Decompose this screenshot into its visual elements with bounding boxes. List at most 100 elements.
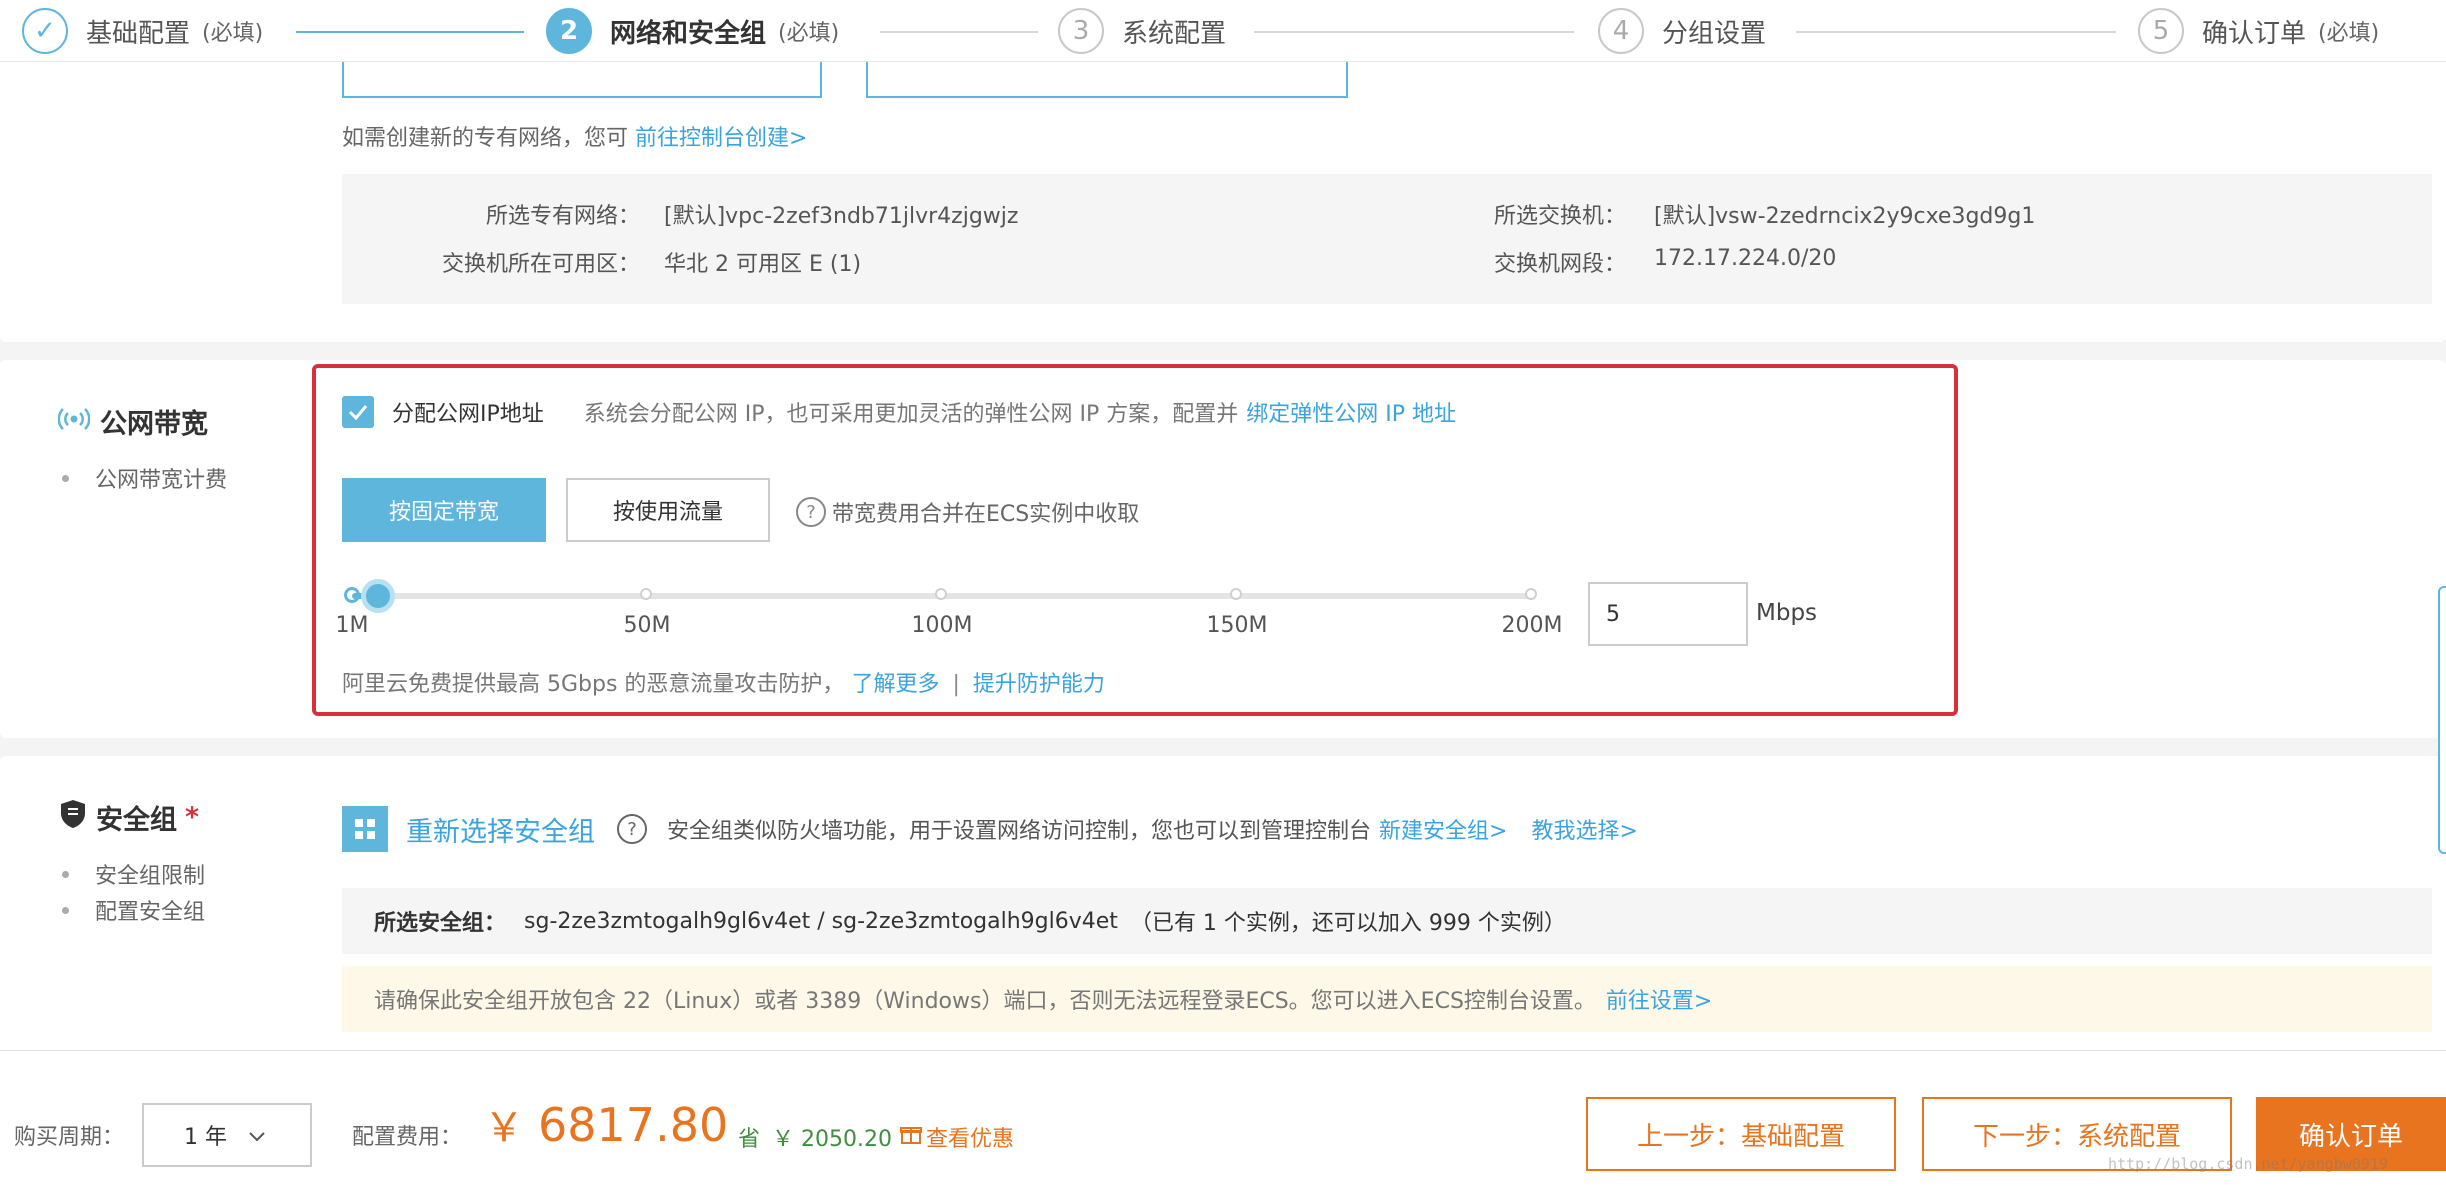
cidr-value: 172.17.224.0/20 (1654, 246, 1837, 271)
create-vpc-link[interactable]: 前往控制台创建> (635, 126, 807, 151)
link-separator: | (952, 672, 960, 697)
traffic-billing-button[interactable]: 按使用流量 (566, 478, 770, 542)
scrollbar-handle[interactable] (2438, 586, 2446, 854)
gift-icon (900, 1123, 922, 1151)
selected-sg-box: 所选安全组： sg-2ze3zmtogalh9gl6v4et / sg-2ze3… (342, 888, 2432, 954)
zone-label: 交换机所在可用区： (441, 252, 640, 277)
slider-tick-label: 150M (1206, 613, 1268, 638)
discount-link[interactable]: 查看优惠 (926, 1121, 1014, 1153)
reselect-sg-link[interactable]: 重新选择安全组 (406, 810, 595, 849)
chevron-down-icon (249, 1123, 265, 1148)
prev-step-button[interactable]: 上一步：基础配置 (1586, 1097, 1896, 1171)
order-footer: 购买周期： 1 年 配置费用： ￥ 6817.80 省 ￥ 2050.20 查看… (0, 1050, 2446, 1186)
step-number: 2 (546, 8, 592, 54)
fee-label: 配置费用： (352, 1125, 463, 1150)
bandwidth-title: 公网带宽 (57, 402, 208, 441)
section-title-text: 公网带宽 (100, 409, 208, 440)
step-connector (880, 31, 1038, 33)
vpc-select-box[interactable] (342, 62, 822, 98)
step-label: 确认订单 (2202, 18, 2307, 49)
period-select[interactable]: 1 年 (142, 1103, 312, 1167)
watermark: http://blog.csdn.net/yangbw0919 (2108, 1155, 2388, 1173)
vpc-value: [默认]vpc-2zef3ndb71jlvr4zjgwjz (664, 204, 1019, 229)
vpc-summary: 所选专有网络： [默认]vpc-2zef3ndb71jlvr4zjgwjz 交换… (342, 174, 2432, 304)
step-label: 系统配置 (1122, 18, 1227, 49)
vpc-label: 所选专有网络： (485, 204, 640, 229)
slider-tick-label: 100M (911, 613, 973, 638)
switch-value: [默认]vsw-2zedrncix2y9cxe3gd9g1 (1654, 204, 2036, 229)
step-connector (1796, 31, 2116, 33)
save-amount: ￥ 2050.20 (772, 1127, 892, 1152)
savings: 省 ￥ 2050.20 查看优惠 (738, 1121, 1014, 1153)
selected-sg-value: sg-2ze3zmtogalh9gl6v4et / sg-2ze3zmtogal… (524, 908, 1118, 934)
help-icon[interactable]: ? (617, 814, 647, 844)
selected-sg-label: 所选安全组： (374, 911, 507, 936)
assign-ip-desc: 系统会分配公网 IP，也可采用更加灵活的弹性公网 IP 方案，配置并 (583, 402, 1239, 427)
ddos-note: 阿里云免费提供最高 5Gbps 的恶意流量攻击防护， 了解更多 | 提升防护能力 (342, 666, 1105, 698)
switch-label: 所选交换机： (1494, 204, 1627, 229)
learn-more-link[interactable]: 了解更多 (851, 672, 939, 697)
step-network-security[interactable]: 2 网络和安全组 (必填) (546, 0, 839, 62)
step-number: 4 (1598, 8, 1644, 54)
goto-settings-link[interactable]: 前往设置> (1606, 983, 1712, 1015)
section-title-text: 安全组 (96, 805, 177, 836)
warning-text: 请确保此安全组开放包含 22（Linux）或者 3389（Windows）端口，… (374, 989, 1596, 1014)
cidr-label: 交换机网段： (1494, 252, 1627, 277)
bandwidth-slider[interactable]: 1M 50M 100M 150M 200M (336, 579, 1562, 638)
step-number: 5 (2138, 8, 2184, 54)
slider-handle[interactable] (361, 579, 395, 613)
teach-me-link[interactable]: 教我选择> (1531, 813, 1637, 845)
port-warning: 请确保此安全组开放包含 22（Linux）或者 3389（Windows）端口，… (342, 966, 2432, 1032)
step-bar: ✓ 基础配置 (必填) 2 网络和安全组 (必填) 3 系统配置 4 分组设置 … (0, 0, 2446, 62)
security-group-title: 安全组 * (60, 798, 199, 837)
bind-eip-link[interactable]: 绑定弹性公网 IP 地址 (1246, 396, 1456, 428)
step-required: (必填) (2318, 21, 2380, 46)
slider-tick[interactable] (1230, 588, 1242, 600)
bullet-sg-limits[interactable]: 安全组限制 (58, 856, 205, 892)
step-system-config[interactable]: 3 系统配置 (1058, 0, 1226, 62)
step-label: 网络和安全组 (610, 18, 767, 49)
slider-tick[interactable] (935, 588, 947, 600)
bandwidth-panel: 公网带宽 公网带宽计费 分配公网IP地址 系统会分配公网 IP，也可采用更加灵活… (0, 360, 2446, 738)
step-connector (1254, 31, 1574, 33)
step-basic-config[interactable]: ✓ 基础配置 (必填) (22, 0, 263, 62)
assign-ip-checkbox[interactable] (342, 396, 374, 428)
slider-tick-label: 1M (335, 613, 369, 638)
bandwidth-input[interactable]: 5 (1588, 582, 1748, 646)
switch-select-box[interactable] (866, 62, 1348, 98)
bullet-configure-sg[interactable]: 配置安全组 (58, 892, 205, 928)
security-group-panel: 安全组 * 安全组限制 配置安全组 重新选择安全组 ? 安全组类似防火墙功能，用… (0, 756, 2446, 1050)
vpc-panel: 如需创建新的专有网络，您可 前往控制台创建> 所选专有网络： [默认]vpc-2… (0, 62, 2446, 342)
slider-tick[interactable] (640, 588, 652, 600)
bandwidth-unit: Mbps (1756, 600, 1818, 626)
ddos-text: 阿里云免费提供最高 5Gbps 的恶意流量攻击防护， (342, 672, 845, 697)
bullet-bandwidth-billing[interactable]: 公网带宽计费 (58, 460, 227, 496)
broadcast-icon (57, 406, 91, 437)
currency-symbol: ￥ (484, 1105, 524, 1151)
slider-tick-label: 50M (623, 613, 671, 638)
step-label: 基础配置 (86, 18, 191, 49)
step-group-settings[interactable]: 4 分组设置 (1598, 0, 1766, 62)
shield-icon (60, 799, 86, 836)
step-connector (296, 31, 524, 33)
hint-text: 如需创建新的专有网络，您可 (342, 126, 629, 151)
upgrade-protection-link[interactable]: 提升防护能力 (973, 672, 1105, 697)
grid-icon[interactable] (342, 806, 388, 852)
fee-note: ? 带宽费用合并在ECS实例中收取 (796, 496, 1139, 528)
bandwidth-input-value: 5 (1606, 601, 1620, 627)
price-display: ￥ 6817.80 (484, 1095, 728, 1153)
fee-note-text: 带宽费用合并在ECS实例中收取 (832, 502, 1140, 527)
fixed-bandwidth-button[interactable]: 按固定带宽 (342, 478, 546, 542)
slider-tick[interactable] (1525, 588, 1537, 600)
slider-tick-label: 200M (1501, 613, 1563, 638)
step-confirm-order[interactable]: 5 确认订单 (必填) (2138, 0, 2379, 62)
period-value: 1 年 (184, 1125, 227, 1150)
required-mark: * (185, 802, 200, 833)
check-icon: ✓ (22, 8, 68, 54)
help-icon[interactable]: ? (796, 497, 826, 527)
assign-ip-label: 分配公网IP地址 (392, 402, 544, 427)
assign-ip-row: 分配公网IP地址 系统会分配公网 IP，也可采用更加灵活的弹性公网 IP 方案，… (342, 396, 1456, 428)
vpc-create-hint: 如需创建新的专有网络，您可 前往控制台创建> (342, 120, 807, 152)
step-required: (必填) (778, 21, 840, 46)
new-sg-link[interactable]: 新建安全组> (1379, 813, 1507, 845)
